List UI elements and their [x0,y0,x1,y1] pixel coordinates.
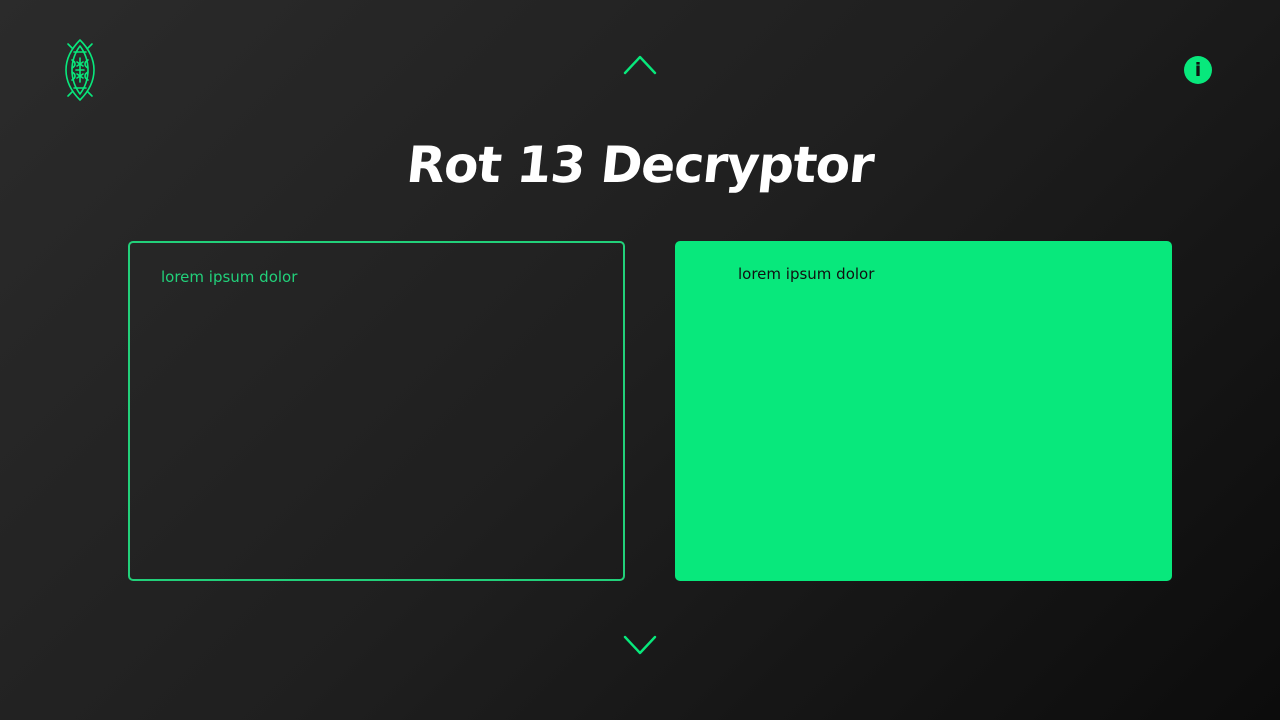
info-button[interactable]: i [1184,56,1212,84]
ornament-logo-icon [62,38,98,102]
output-text: lorem ipsum dolor [738,265,875,283]
info-icon: i [1194,59,1202,81]
output-panel: lorem ipsum dolor [675,241,1172,581]
input-panel: lorem ipsum dolor [128,241,625,581]
chevron-down-icon[interactable] [622,632,658,658]
page-title: Rot 13 Decryptor [403,136,877,194]
text-input[interactable]: lorem ipsum dolor [161,263,601,563]
chevron-up-icon[interactable] [622,52,658,78]
